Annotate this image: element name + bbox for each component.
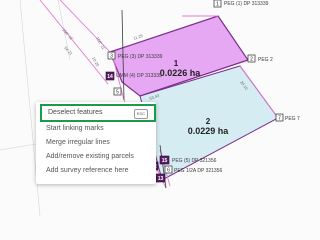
- mark-13[interactable]: 13: [155, 173, 166, 183]
- merge-irregular-lines-item[interactable]: Merge irregular lines: [36, 136, 156, 150]
- svg-text:3: 3: [110, 54, 113, 60]
- context-menu: Deselect features ESC Start linking mark…: [36, 102, 156, 184]
- add-survey-reference-item[interactable]: Add survey reference here: [36, 164, 156, 178]
- add-remove-parcels-item[interactable]: Add/remove existing parcels: [36, 150, 156, 164]
- menu-item-label: Deselect features: [48, 109, 103, 116]
- menu-item-label: Add survey reference here: [46, 167, 129, 174]
- mark-14[interactable]: 14: [105, 71, 115, 81]
- svg-text:5: 5: [116, 90, 119, 96]
- parcel-1-id: 1: [174, 59, 179, 68]
- parcel-2-area-label: 0.0229 ha: [188, 126, 230, 136]
- mark-3[interactable]: 3: [107, 51, 116, 60]
- bearing-label: 158° 11': [95, 36, 107, 51]
- peg-label: UMM (4) DP 313339: [116, 73, 162, 79]
- parcel-1-area-label: 0.0226 ha: [160, 68, 202, 78]
- svg-text:2: 2: [250, 57, 253, 63]
- peg-label: PEG 7: [285, 116, 300, 122]
- mark-1[interactable]: 1: [213, 0, 222, 8]
- peg-label: PEG 2: [258, 57, 273, 63]
- bearing-label: 158° 11': [61, 27, 74, 41]
- peg-label: PEG (1) DP 313339: [224, 1, 269, 7]
- svg-text:6: 6: [167, 168, 170, 174]
- peg-label: PEG 1/2A DP 321356: [174, 168, 222, 174]
- svg-text:14: 14: [107, 74, 113, 80]
- peg-label: PEG (5) DP 321356: [172, 158, 217, 164]
- bearing-label: 11.25: [133, 33, 145, 41]
- svg-text:13: 13: [158, 176, 164, 182]
- menu-item-label: Add/remove existing parcels: [46, 153, 134, 160]
- bearing-label: 54.21: [63, 45, 74, 56]
- mark-2[interactable]: 2: [247, 54, 256, 63]
- menu-item-label: Merge irregular lines: [46, 139, 110, 146]
- menu-item-label: Start linking marks: [46, 125, 104, 132]
- svg-text:1: 1: [216, 2, 219, 8]
- parcel-2-id: 2: [206, 117, 211, 126]
- mark-5[interactable]: 5: [113, 87, 122, 96]
- mark-7[interactable]: 7: [275, 113, 284, 122]
- start-linking-marks-item[interactable]: Start linking marks: [36, 122, 156, 136]
- esc-shortcut-badge: ESC: [133, 109, 148, 119]
- svg-text:7: 7: [278, 116, 281, 122]
- bearing-label: 10.20: [91, 56, 101, 68]
- mark-6[interactable]: 6: [164, 165, 173, 174]
- deselect-features-item[interactable]: Deselect features ESC: [40, 104, 156, 122]
- peg-label: PEG (3) DP 313339: [118, 54, 163, 60]
- svg-text:15: 15: [162, 158, 168, 164]
- mark-15[interactable]: 15: [159, 155, 170, 165]
